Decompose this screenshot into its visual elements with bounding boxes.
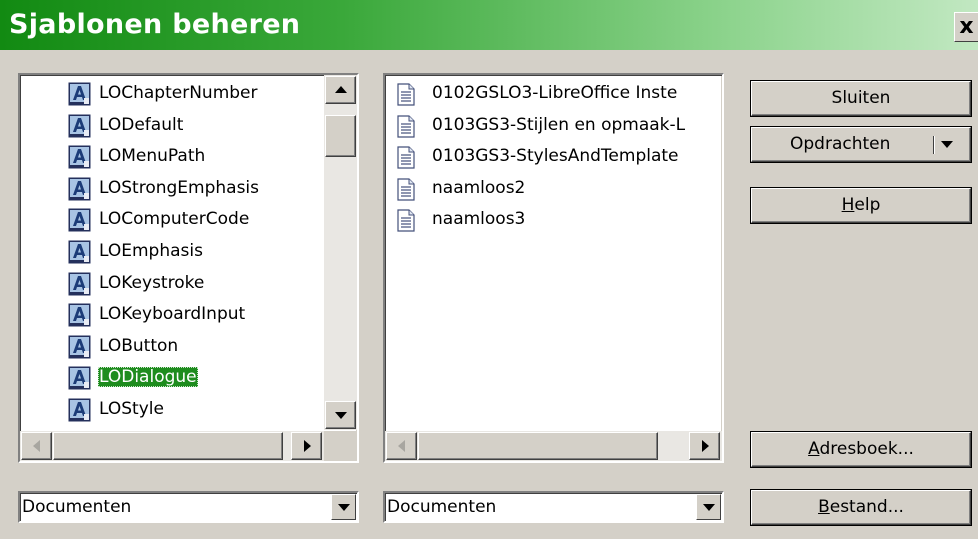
paragraph-style-icon: [68, 82, 91, 106]
list-item[interactable]: naamloos2: [395, 174, 720, 205]
dialog-title: Sjablonen beheren: [9, 9, 301, 40]
close-button[interactable]: x: [954, 12, 978, 42]
list-item[interactable]: LOKeystroke: [68, 269, 318, 300]
list-item-label: LOStrongEmphasis: [99, 177, 260, 198]
arrow-left-icon: [33, 440, 40, 452]
list-item[interactable]: LOChapterNumber: [68, 79, 318, 110]
title-bar: Sjablonen beheren x: [0, 0, 978, 50]
file-label-rest: estand...: [829, 497, 904, 517]
arrow-up-icon: [335, 86, 347, 93]
close-dialog-button[interactable]: Sluiten: [751, 81, 971, 116]
list-item-label: LOButton: [99, 335, 179, 356]
scroll-down-button[interactable]: [325, 401, 356, 429]
file-button[interactable]: Bestand...: [751, 490, 971, 525]
list-item-label: naamloos3: [432, 209, 526, 230]
help-mnemonic: H: [841, 195, 855, 215]
help-button[interactable]: Help: [751, 188, 971, 223]
list-item[interactable]: LOStyle: [68, 395, 318, 426]
left-location-value: Documenten: [22, 497, 132, 517]
horizontal-scroll-thumb[interactable]: [418, 432, 658, 460]
scroll-left-button[interactable]: [21, 432, 52, 460]
middle-location-select[interactable]: Documenten: [383, 491, 724, 523]
list-item[interactable]: LOStrongEmphasis: [68, 174, 318, 205]
documents-list[interactable]: 0102GSLO3-LibreOffice Inste 0103GS3-Stijl…: [383, 73, 724, 463]
left-location-dropdown-button[interactable]: [331, 494, 356, 520]
address-mnemonic: A: [808, 439, 820, 459]
list-item[interactable]: LOKeyboardInput: [68, 300, 318, 331]
list-item-label: LODialogue: [98, 367, 198, 388]
document-icon: [397, 114, 415, 138]
list-item[interactable]: 0103GS3-StylesAndTemplate: [395, 142, 720, 173]
list-item-label: LOKeystroke: [99, 272, 205, 293]
paragraph-style-icon: [68, 366, 91, 390]
list-item-label: 0102GSLO3-LibreOffice Inste: [432, 83, 678, 103]
chevron-down-icon: [338, 504, 350, 511]
address-label-rest: dresboek...: [819, 439, 914, 459]
scrollbar-corner: [324, 431, 357, 461]
scroll-up-button[interactable]: [325, 76, 356, 104]
list-item[interactable]: naamloos3: [395, 205, 720, 236]
list-item-label: LOKeyboardInput: [99, 304, 246, 325]
list-item-label: naamloos2: [432, 177, 526, 198]
left-location-select[interactable]: Documenten: [18, 491, 359, 523]
list-item-label: LODefault: [99, 114, 184, 135]
horizontal-scroll-thumb[interactable]: [53, 432, 283, 460]
list-item[interactable]: LOComputerCode: [68, 205, 318, 236]
paragraph-style-icon: [68, 335, 91, 359]
vertical-scroll-thumb[interactable]: [325, 115, 356, 157]
arrow-right-icon: [304, 440, 311, 452]
list-item[interactable]: LOButton: [68, 332, 318, 363]
paragraph-style-icon: [68, 208, 91, 232]
middle-location-value: Documenten: [387, 497, 497, 517]
paragraph-style-icon: [68, 145, 91, 169]
paragraph-style-icon: [68, 114, 91, 138]
document-icon: [397, 209, 415, 232]
paragraph-style-icon: [68, 272, 91, 296]
list-item-label: LOMenuPath: [99, 146, 206, 167]
scroll-right-button[interactable]: [689, 432, 720, 460]
dropdown-arrow-icon: [941, 141, 953, 148]
paragraph-style-icon: [68, 398, 91, 422]
list-item-label: 0103GS3-StylesAndTemplate: [432, 146, 679, 167]
list-item[interactable]: 0103GS3-Stijlen en opmaak-L: [395, 111, 720, 142]
paragraph-style-icon: [68, 303, 91, 327]
menu-separator: [933, 136, 934, 154]
arrow-down-icon: [335, 412, 347, 419]
chevron-down-icon: [703, 504, 715, 511]
list-item-label: LOComputerCode: [99, 209, 250, 230]
address-book-button[interactable]: Adresboek...: [751, 432, 971, 467]
scroll-right-button[interactable]: [291, 432, 322, 460]
document-icon: [397, 178, 415, 201]
document-icon: [397, 83, 415, 106]
file-mnemonic: B: [818, 497, 830, 517]
paragraph-style-icon: [68, 177, 91, 201]
list-item-label: LOEmphasis: [99, 241, 203, 261]
scroll-left-button[interactable]: [386, 432, 417, 460]
list-item-label: LOChapterNumber: [99, 83, 258, 103]
list-item[interactable]: 0102GSLO3-LibreOffice Inste: [395, 79, 720, 110]
list-item[interactable]: LODefault: [68, 111, 318, 142]
list-item-label: LOStyle: [99, 399, 164, 419]
help-label-rest: elp: [854, 195, 881, 215]
list-item-label: 0103GS3-Stijlen en opmaak-L: [432, 114, 686, 135]
list-item[interactable]: LOMenuPath: [68, 142, 318, 173]
document-icon: [397, 146, 415, 169]
paragraph-style-icon: [68, 240, 91, 264]
list-item[interactable]: LODialogue: [68, 363, 318, 394]
styles-list[interactable]: LOChapterNumber LODefault LOMenuPath LOStro…: [18, 73, 359, 463]
arrow-right-icon: [702, 440, 709, 452]
arrow-left-icon: [398, 440, 405, 452]
commands-label: Opdrachten: [790, 134, 891, 154]
commands-menu-button[interactable]: Opdrachten: [751, 127, 971, 162]
middle-location-dropdown-button[interactable]: [696, 494, 721, 520]
list-item[interactable]: LOEmphasis: [68, 237, 318, 268]
